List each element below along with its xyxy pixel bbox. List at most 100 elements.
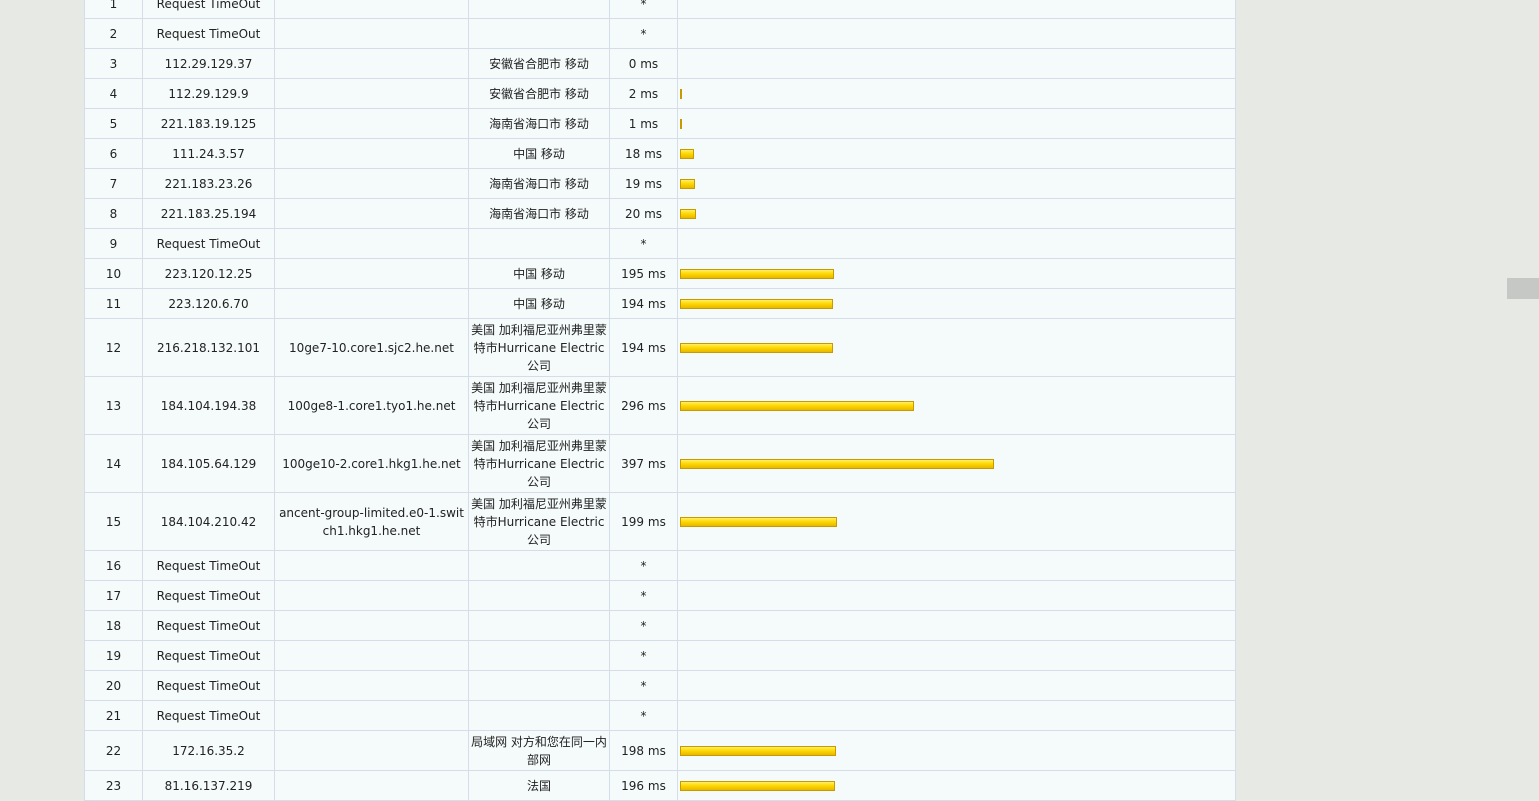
latency: 194 ms	[621, 296, 666, 311]
hostname: ancent-group-limited.e0-1.switch1.hkg1.h…	[279, 505, 464, 538]
location-cell: 美国 加利福尼亚州弗里蒙特市Hurricane Electric公司	[468, 492, 610, 551]
location: 法国	[526, 778, 551, 793]
ip-address: 216.218.132.101	[156, 340, 261, 355]
latency-bar-cell	[677, 700, 1236, 731]
hop-number-cell: 4	[84, 78, 143, 109]
table-row: 23 81.16.137.219 法国 196 ms	[84, 770, 1236, 801]
hostname-cell: 10ge7-10.core1.sjc2.he.net	[274, 318, 469, 377]
latency: 1 ms	[628, 116, 659, 131]
hop-number-cell: 15	[84, 492, 143, 551]
hostname: 100ge8-1.core1.tyo1.he.net	[287, 398, 456, 413]
latency-bar-cell	[677, 434, 1236, 493]
hostname-cell	[274, 108, 469, 139]
location-cell: 美国 加利福尼亚州弗里蒙特市Hurricane Electric公司	[468, 318, 610, 377]
table-row: 11 223.120.6.70 中国 移动 194 ms	[84, 288, 1236, 319]
latency-cell: 2 ms	[609, 78, 678, 109]
hop-number-cell: 2	[84, 18, 143, 49]
hop-number-cell: 3	[84, 48, 143, 79]
latency-cell: 18 ms	[609, 138, 678, 169]
location-cell	[468, 0, 610, 19]
ip-address-cell: 221.183.19.125	[142, 108, 275, 139]
hostname-cell: ancent-group-limited.e0-1.switch1.hkg1.h…	[274, 492, 469, 551]
ip-address: 112.29.129.37	[164, 56, 253, 71]
hop-number-cell: 12	[84, 318, 143, 377]
hop-number-cell: 5	[84, 108, 143, 139]
table-row: 16 Request TimeOut *	[84, 550, 1236, 581]
latency-bar	[680, 119, 682, 129]
latency-cell: 194 ms	[609, 288, 678, 319]
table-row: 10 223.120.12.25 中国 移动 195 ms	[84, 258, 1236, 289]
ip-address: Request TimeOut	[156, 618, 261, 633]
hop-number-cell: 9	[84, 228, 143, 259]
location: 局域网 对方和您在同一内部网	[471, 734, 607, 767]
hop-number-cell: 21	[84, 700, 143, 731]
table-row: 6 111.24.3.57 中国 移动 18 ms	[84, 138, 1236, 169]
location: 中国 移动	[513, 296, 565, 311]
latency: *	[640, 618, 647, 633]
hop-number: 13	[105, 398, 122, 413]
location: 海南省海口市 移动	[489, 176, 589, 191]
location-cell: 美国 加利福尼亚州弗里蒙特市Hurricane Electric公司	[468, 434, 610, 493]
ip-address-cell: 223.120.6.70	[142, 288, 275, 319]
latency-bar	[680, 781, 835, 791]
hop-number-cell: 23	[84, 770, 143, 801]
ip-address-cell: Request TimeOut	[142, 0, 275, 19]
ip-address: 111.24.3.57	[172, 146, 245, 161]
hop-number-cell: 20	[84, 670, 143, 701]
ip-address-cell: Request TimeOut	[142, 580, 275, 611]
ip-address: 184.104.210.42	[160, 514, 257, 529]
table-row: 4 112.29.129.9 安徽省合肥市 移动 2 ms	[84, 78, 1236, 109]
latency: *	[640, 558, 647, 573]
latency-cell: *	[609, 670, 678, 701]
ip-address: Request TimeOut	[156, 648, 261, 663]
latency-cell: 1 ms	[609, 108, 678, 139]
latency-cell: *	[609, 0, 678, 19]
latency-cell: *	[609, 640, 678, 671]
table-row: 5 221.183.19.125 海南省海口市 移动 1 ms	[84, 108, 1236, 139]
latency-bar-cell	[677, 670, 1236, 701]
hop-number-cell: 22	[84, 730, 143, 771]
hop-number-cell: 13	[84, 376, 143, 435]
location-cell: 安徽省合肥市 移动	[468, 48, 610, 79]
table-row: 1 Request TimeOut *	[84, 0, 1236, 19]
latency: *	[640, 0, 647, 11]
hostname-cell	[274, 770, 469, 801]
table-row: 8 221.183.25.194 海南省海口市 移动 20 ms	[84, 198, 1236, 229]
hop-number: 19	[105, 648, 122, 663]
ip-address: Request TimeOut	[156, 558, 261, 573]
hop-number: 2	[109, 26, 118, 41]
ip-address: Request TimeOut	[156, 0, 261, 11]
hop-number: 10	[105, 266, 122, 281]
latency-cell: *	[609, 610, 678, 641]
hostname-cell	[274, 258, 469, 289]
ip-address-cell: 221.183.23.26	[142, 168, 275, 199]
ip-address: Request TimeOut	[156, 236, 261, 251]
hop-number: 16	[105, 558, 122, 573]
latency: 2 ms	[628, 86, 659, 101]
table-row: 2 Request TimeOut *	[84, 18, 1236, 49]
ip-address: 112.29.129.9	[168, 86, 249, 101]
ip-address-cell: Request TimeOut	[142, 550, 275, 581]
ip-address: 81.16.137.219	[164, 778, 253, 793]
latency: 198 ms	[621, 743, 666, 758]
hostname-cell	[274, 550, 469, 581]
latency-cell: 296 ms	[609, 376, 678, 435]
hostname-cell	[274, 228, 469, 259]
latency: 194 ms	[621, 340, 666, 355]
hop-number: 15	[105, 514, 122, 529]
latency-bar-cell	[677, 376, 1236, 435]
hop-number-cell: 10	[84, 258, 143, 289]
latency-bar-cell	[677, 492, 1236, 551]
hop-number-cell: 14	[84, 434, 143, 493]
location-cell	[468, 610, 610, 641]
latency: 199 ms	[621, 514, 666, 529]
latency-bar	[680, 179, 695, 189]
ip-address-cell: 184.104.210.42	[142, 492, 275, 551]
hop-number-cell: 18	[84, 610, 143, 641]
latency-bar	[680, 299, 833, 309]
hostname-cell	[274, 610, 469, 641]
hostname-cell	[274, 640, 469, 671]
latency-bar-cell	[677, 318, 1236, 377]
latency-bar-cell	[677, 78, 1236, 109]
scrollbar-thumb[interactable]	[1507, 278, 1539, 299]
